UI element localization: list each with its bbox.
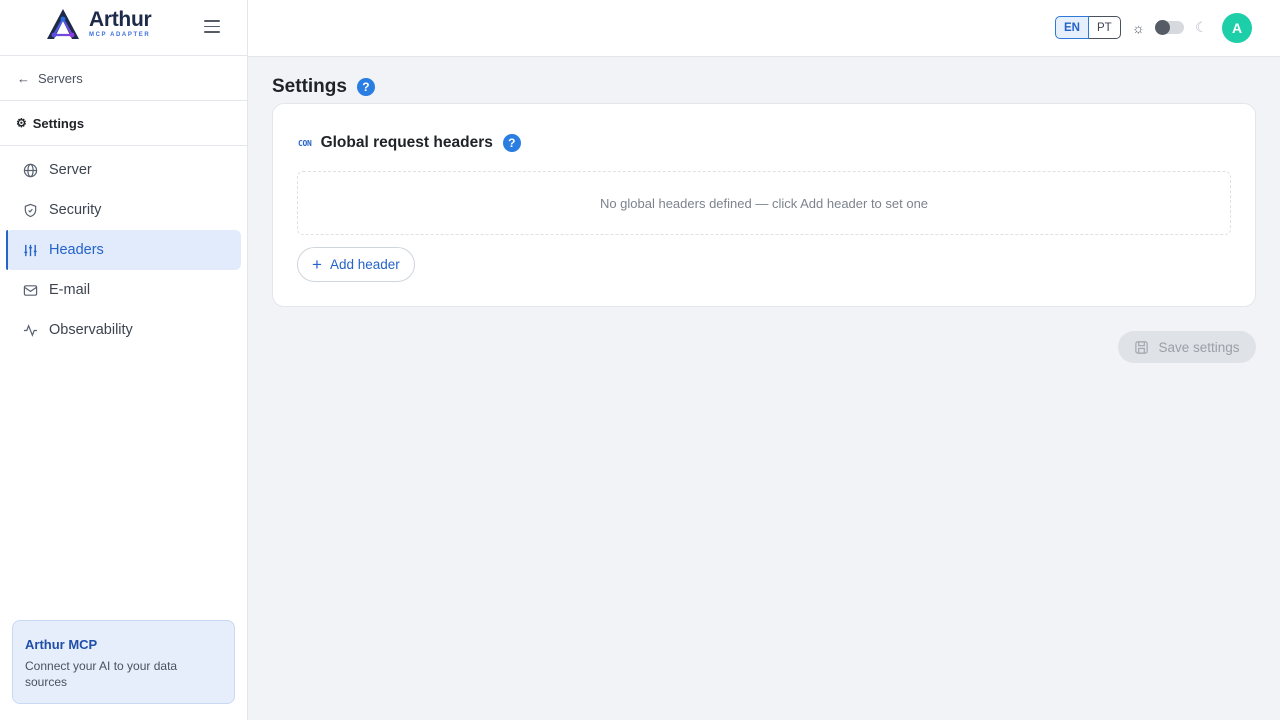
back-label: Servers (38, 70, 83, 86)
settings-section-header: ⚙ Settings (0, 101, 247, 146)
brand-name: Arthur (89, 8, 152, 31)
sidebar-item-server[interactable]: Server (6, 150, 241, 190)
save-settings-button[interactable]: Save settings (1118, 331, 1256, 363)
brand-subtitle: MCP ADAPTER (89, 32, 151, 38)
page-title-row: Settings ? (272, 76, 375, 98)
globe-icon (22, 162, 38, 178)
moon-icon: ☾ (1195, 19, 1208, 35)
empty-headers-message: No global headers defined — click Add he… (297, 171, 1231, 235)
logo[interactable]: Arthur MCP ADAPTER (43, 7, 152, 41)
sidebar-item-email[interactable]: E-mail (6, 270, 241, 310)
avatar[interactable]: A (1222, 13, 1252, 43)
global-headers-card: CON Global request headers ? No global h… (272, 103, 1256, 307)
topbar: EN PT ☼ ☾ A (248, 0, 1280, 57)
arrow-left-icon: ← (17, 70, 30, 86)
help-icon[interactable]: ? (502, 134, 521, 152)
sidebar-item-headers[interactable]: Headers (6, 230, 241, 270)
activity-icon (22, 322, 38, 338)
sidebar-item-label: Observability (49, 322, 133, 338)
save-settings-label: Save settings (1158, 339, 1240, 355)
theme-toggle[interactable] (1155, 20, 1184, 35)
sliders-icon (22, 242, 38, 258)
arthur-logo-icon (47, 9, 79, 39)
connector-icon: CON (298, 138, 312, 148)
promo-card: Arthur MCP Connect your AI to your data … (12, 620, 235, 704)
sidebar-item-security[interactable]: Security (6, 190, 241, 230)
menu-toggle-icon[interactable] (204, 20, 220, 34)
card-title: Global request headers (320, 134, 493, 151)
gear-icon: ⚙ (16, 116, 27, 130)
logo-row: Arthur MCP ADAPTER (0, 0, 247, 56)
sidebar-item-label: Headers (49, 242, 104, 258)
settings-nav: Server Security Headers E-mail Observabi… (0, 146, 247, 350)
shield-icon (22, 202, 38, 218)
sidebar: Arthur MCP ADAPTER ← Servers ⚙ Settings … (0, 0, 248, 720)
sidebar-item-observability[interactable]: Observability (6, 310, 241, 350)
sidebar-item-label: Server (49, 162, 92, 178)
promo-title: Arthur MCP (25, 637, 98, 652)
settings-section-title: Settings (32, 115, 85, 131)
back-to-servers-link[interactable]: ← Servers (0, 56, 247, 101)
sun-icon: ☼ (1132, 20, 1145, 36)
help-icon[interactable]: ? (356, 78, 375, 96)
language-en-button[interactable]: EN (1055, 16, 1089, 39)
sidebar-item-label: Security (49, 202, 102, 218)
language-pt-button[interactable]: PT (1088, 16, 1121, 39)
add-header-button[interactable]: + Add header (297, 247, 415, 282)
mail-icon (22, 282, 38, 298)
sidebar-item-label: E-mail (49, 282, 91, 298)
language-switcher: EN PT (1055, 16, 1121, 39)
plus-icon: + (312, 255, 322, 274)
promo-description: Connect your AI to your data sources (25, 659, 178, 689)
add-header-label: Add header (329, 257, 400, 272)
save-icon (1134, 340, 1149, 355)
theme-toggle-knob (1155, 20, 1170, 35)
card-header: CON Global request headers ? (298, 134, 521, 152)
page-title: Settings (272, 76, 347, 97)
